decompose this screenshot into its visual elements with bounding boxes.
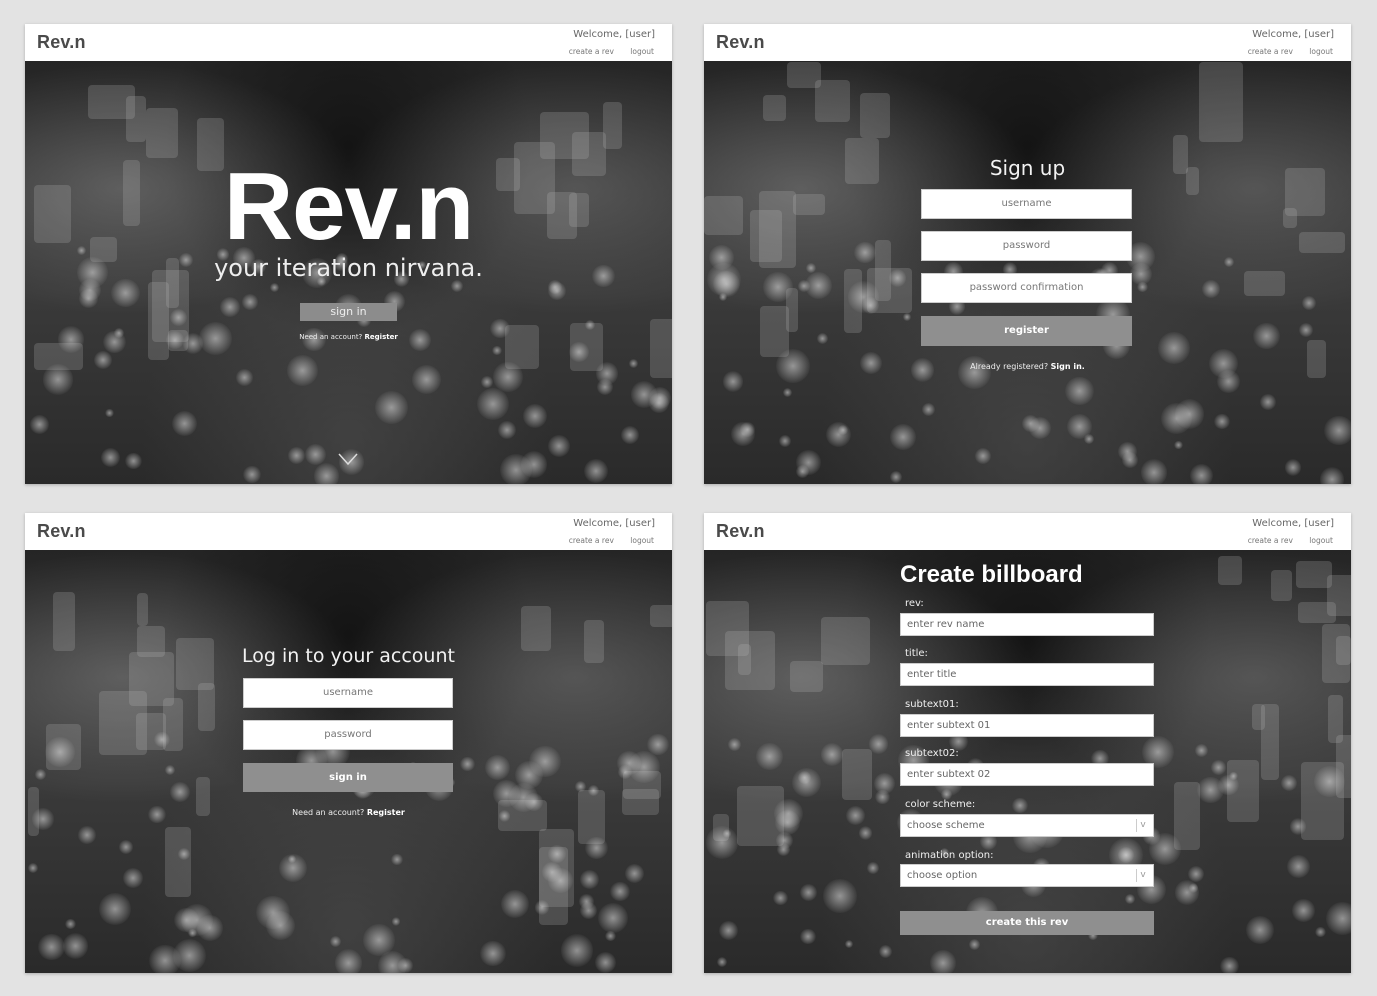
- animation-option-label: animation option:: [905, 850, 994, 861]
- color-scheme-value: choose scheme: [907, 820, 985, 831]
- nav-links: create a rev logout: [555, 536, 654, 545]
- signin-link[interactable]: Sign in.: [1051, 362, 1085, 371]
- nav-links: create a rev logout: [1234, 536, 1333, 545]
- animation-option-select[interactable]: choose option v: [900, 864, 1154, 887]
- sign-in-button[interactable]: sign in: [243, 763, 453, 792]
- logout-link[interactable]: logout: [1309, 47, 1333, 56]
- welcome-text: Welcome, [user]: [573, 518, 655, 529]
- password-confirmation-field[interactable]: password confirmation: [921, 273, 1132, 303]
- chevron-down-icon[interactable]: v: [1136, 869, 1149, 882]
- subtext02-label: subtext02:: [905, 748, 959, 759]
- register-link[interactable]: Register: [367, 808, 405, 817]
- sign-in-button[interactable]: sign in: [300, 303, 397, 321]
- create-rev-button[interactable]: create this rev: [900, 911, 1154, 935]
- nav-links: create a rev logout: [1234, 47, 1333, 56]
- welcome-text: Welcome, [user]: [1252, 518, 1334, 529]
- create-rev-link[interactable]: create a rev: [569, 47, 614, 56]
- subtext01-input[interactable]: enter subtext 01: [900, 714, 1154, 737]
- top-nav-bar: Rev.n Welcome, [user] create a rev logou…: [25, 24, 672, 61]
- nav-links: create a rev logout: [555, 47, 654, 56]
- hero-title: Rev.n: [223, 153, 474, 260]
- chevron-down-icon[interactable]: v: [1136, 819, 1149, 832]
- login-title: Log in to your account: [242, 645, 455, 667]
- password-field[interactable]: password: [243, 720, 453, 750]
- register-prompt: Need an account? Register: [25, 808, 672, 817]
- rev-name-input[interactable]: enter rev name: [900, 613, 1154, 636]
- create-rev-link[interactable]: create a rev: [1248, 47, 1293, 56]
- logo[interactable]: Rev.n: [37, 521, 86, 542]
- color-scheme-select[interactable]: choose scheme v: [900, 814, 1154, 837]
- create-rev-link[interactable]: create a rev: [1248, 536, 1293, 545]
- color-scheme-label: color scheme:: [905, 799, 976, 810]
- signup-title: Sign up: [989, 156, 1066, 180]
- logout-link[interactable]: logout: [1309, 536, 1333, 545]
- register-button[interactable]: register: [921, 316, 1132, 346]
- register-prompt: Need an account? Register: [25, 333, 672, 341]
- hero-subtitle: your iteration nirvana.: [214, 254, 483, 282]
- create-billboard-screen: Rev.n Welcome, [user] create a rev logou…: [704, 513, 1351, 973]
- logout-link[interactable]: logout: [630, 536, 654, 545]
- signup-screen: Rev.n Welcome, [user] create a rev logou…: [704, 24, 1351, 484]
- signin-prompt: Already registered? Sign in.: [704, 362, 1351, 371]
- landing-screen: Rev.n Welcome, [user] create a rev logou…: [25, 24, 672, 484]
- subtext02-input[interactable]: enter subtext 02: [900, 763, 1154, 786]
- signin-prompt-text: Already registered?: [970, 362, 1049, 371]
- top-nav-bar: Rev.n Welcome, [user] create a rev logou…: [25, 513, 672, 550]
- create-rev-link[interactable]: create a rev: [569, 536, 614, 545]
- register-prompt-text: Need an account?: [299, 333, 363, 341]
- title-label: title:: [905, 648, 928, 659]
- top-nav-bar: Rev.n Welcome, [user] create a rev logou…: [704, 24, 1351, 61]
- logo[interactable]: Rev.n: [716, 32, 765, 53]
- password-field[interactable]: password: [921, 231, 1132, 261]
- username-field[interactable]: username: [243, 678, 453, 708]
- rev-label: rev:: [905, 598, 924, 609]
- top-nav-bar: Rev.n Welcome, [user] create a rev logou…: [704, 513, 1351, 550]
- logout-link[interactable]: logout: [630, 47, 654, 56]
- logo[interactable]: Rev.n: [37, 32, 86, 53]
- welcome-text: Welcome, [user]: [573, 29, 655, 40]
- create-billboard-title: Create billboard: [900, 561, 1083, 588]
- logo[interactable]: Rev.n: [716, 521, 765, 542]
- login-screen: Rev.n Welcome, [user] create a rev logou…: [25, 513, 672, 973]
- register-prompt-text: Need an account?: [292, 808, 365, 817]
- welcome-text: Welcome, [user]: [1252, 29, 1334, 40]
- register-link[interactable]: Register: [365, 333, 398, 341]
- title-input[interactable]: enter title: [900, 663, 1154, 686]
- chevron-down-icon[interactable]: [338, 449, 358, 469]
- username-field[interactable]: username: [921, 189, 1132, 219]
- animation-option-value: choose option: [907, 870, 978, 881]
- subtext01-label: subtext01:: [905, 699, 959, 710]
